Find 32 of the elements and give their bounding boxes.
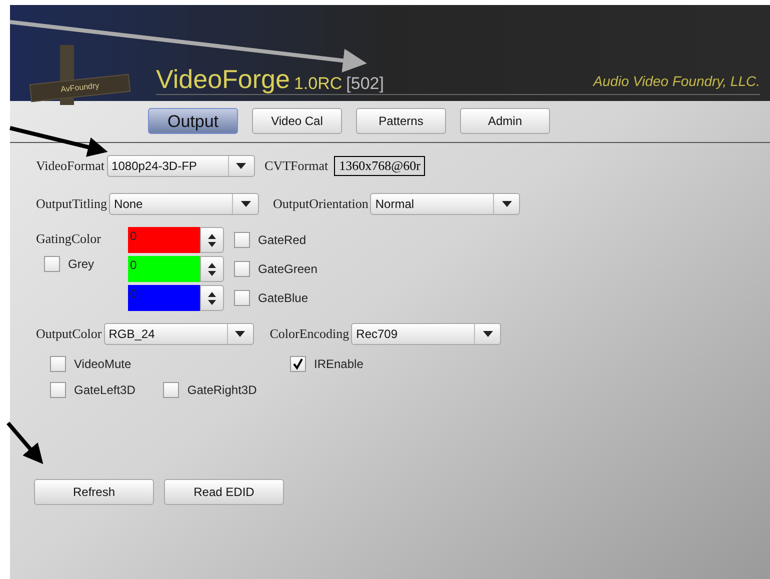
checkbox-label: GateLeft3D bbox=[74, 382, 136, 399]
checkbox-label: VideoMute bbox=[74, 356, 132, 373]
color-encoding-dropdown[interactable]: Rec709 bbox=[351, 323, 502, 345]
field-label: GatingColor bbox=[36, 230, 102, 248]
tab[interactable]: Output bbox=[148, 108, 238, 134]
tab[interactable]: Patterns bbox=[356, 108, 446, 134]
action-button[interactable]: Read EDID bbox=[164, 479, 284, 505]
field-label: OutputOrientation bbox=[273, 196, 368, 211]
version-text: 1.0RC bbox=[294, 75, 342, 92]
logo: AvFoundry bbox=[30, 45, 140, 105]
tab[interactable]: Admin bbox=[460, 108, 550, 134]
video-format-dropdown[interactable]: 1080p24-3D-FP bbox=[106, 155, 255, 177]
checkbox-label: GateGreen bbox=[258, 261, 318, 278]
app-title: VideoForge bbox=[156, 66, 290, 92]
output-color-dropdown[interactable]: RGB_24 bbox=[104, 323, 254, 345]
checkbox-label: GateBlue bbox=[258, 290, 308, 307]
checkbox-label: GateRight3D bbox=[187, 382, 257, 399]
field-label: ColorEncoding bbox=[270, 326, 350, 341]
cvt-format-field[interactable]: 1360x768@60r bbox=[334, 156, 426, 176]
field-label: OutputColor bbox=[36, 325, 102, 344]
checkbox-label: GateRed bbox=[258, 232, 306, 249]
output-orientation-dropdown[interactable]: Normal bbox=[370, 193, 520, 215]
checkbox-label: IREnable bbox=[314, 356, 364, 373]
tab[interactable]: Video Cal bbox=[252, 108, 342, 134]
field-label: CVTFormat bbox=[264, 158, 328, 173]
build-number: [502] bbox=[346, 75, 384, 92]
action-button[interactable]: Refresh bbox=[34, 479, 154, 505]
checkbox-label: Grey bbox=[68, 256, 94, 272]
field-label: VideoFormat bbox=[36, 157, 105, 176]
output-titling-dropdown[interactable]: None bbox=[109, 193, 260, 215]
company-name: Audio Video Foundry, LLC. bbox=[593, 72, 760, 91]
field-label: OutputTitling bbox=[36, 195, 108, 214]
